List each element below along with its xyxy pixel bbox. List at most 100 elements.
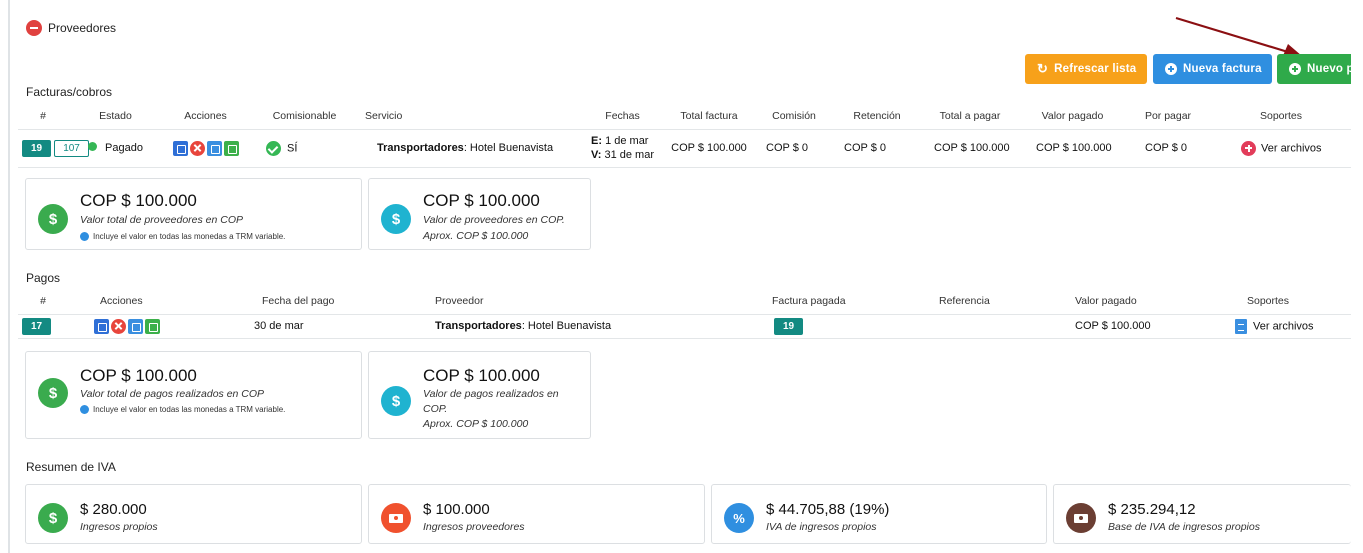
card-amount: $ 235.294,12 (1108, 501, 1196, 518)
date-e-label: E: (591, 135, 602, 147)
paid-value: COP $ 100.000 (1020, 129, 1125, 168)
provider-name: : Hotel Buenavista (521, 320, 612, 332)
collapse-icon[interactable] (26, 20, 42, 36)
invoice-total-value: COP $ 100.000 (664, 129, 754, 168)
add-file-icon[interactable] (1241, 140, 1256, 156)
refresh-list-label: Refrescar lista (1054, 63, 1137, 75)
info-icon (80, 232, 89, 241)
card-label: Valor de proveedores en COP. (423, 214, 565, 226)
provider-category: Transportadores (435, 320, 522, 332)
card-label: Ingresos propios (80, 521, 158, 533)
supports-cell[interactable]: Ver archivos (1223, 314, 1351, 339)
status-dot-icon (88, 142, 98, 151)
iva-card-vat-base: $ 235.294,12 Base de IVA de ingresos pro… (1053, 484, 1351, 544)
card-amount: COP $ 100.000 (423, 366, 540, 385)
service-category: Transportadores (377, 142, 464, 154)
info-icon (80, 405, 89, 414)
payments-total-card: $ COP $ 100.000 Valor total de pagos rea… (25, 351, 362, 439)
col-retention: Retención (834, 103, 920, 130)
paid-invoice-badge[interactable]: 19 (774, 317, 804, 335)
table-row: 17 30 de mar Transportadores: Hotel Buen… (18, 314, 1351, 339)
refresh-list-button[interactable]: ↻ Refrescar lista (1025, 54, 1147, 84)
dollar-icon: $ (381, 386, 411, 416)
new-provider-button[interactable]: Nuevo p (1277, 54, 1351, 84)
col-paid-value: Valor pagado (1020, 103, 1125, 130)
dollar-icon: $ (38, 204, 68, 234)
dollar-icon: $ (38, 378, 68, 408)
retention-value: COP $ 0 (834, 129, 920, 168)
commission-value: COP $ 0 (754, 129, 834, 168)
payment-id-badge[interactable]: 17 (22, 317, 52, 335)
view-files-link[interactable]: Ver archivos (1253, 320, 1314, 332)
section-header: Proveedores (26, 20, 116, 36)
col-reference: Referencia (935, 288, 1065, 315)
card-label-line2: COP. (423, 403, 448, 415)
card-amount: $ 280.000 (80, 501, 147, 518)
dollar-icon: $ (38, 503, 68, 533)
iva-title: Resumen de IVA (26, 460, 116, 474)
card-note-text: Incluye el valor en todas las monedas a … (93, 232, 286, 241)
view-files-link[interactable]: Ver archivos (1261, 142, 1322, 154)
edit-document-icon[interactable] (172, 140, 188, 156)
col-actions: Acciones (163, 103, 248, 130)
iva-card-own-income: $ $ 280.000 Ingresos propios (25, 484, 362, 544)
commissionable-value: SÍ (287, 141, 298, 154)
file-icon (1235, 318, 1247, 334)
new-provider-label: Nuevo p (1307, 63, 1351, 75)
invoices-title: Facturas/cobros (26, 85, 113, 99)
col-number: # (18, 103, 68, 130)
new-invoice-button[interactable]: Nueva factura (1153, 54, 1272, 84)
card-label: Ingresos proveedores (423, 521, 525, 533)
col-paid-value: Valor pagado (1065, 288, 1223, 315)
col-supports: Soportes (1223, 288, 1351, 315)
card-label-line1: Valor de pagos realizados en (423, 388, 559, 400)
card-note-text: Incluye el valor en todas las monedas a … (93, 405, 286, 414)
card-label: IVA de ingresos propios (766, 521, 877, 533)
refresh-icon: ↻ (1037, 61, 1049, 76)
iva-card-provider-income: $ 100.000 Ingresos proveedores (368, 484, 705, 544)
row-actions (94, 318, 244, 334)
col-commission: Comisión (754, 103, 834, 130)
cancel-icon[interactable] (111, 318, 126, 334)
col-actions: Acciones (68, 288, 248, 315)
col-commissionable: Comisionable (248, 103, 361, 130)
card-amount: COP $ 100.000 (80, 191, 197, 210)
payments-title: Pagos (26, 271, 61, 285)
card-amount: COP $ 100.000 (80, 366, 197, 385)
card-note: Incluye el valor en todas las monedas a … (80, 405, 285, 414)
pdf-icon[interactable] (128, 318, 143, 334)
reference-value (935, 314, 1065, 339)
cancel-icon[interactable] (189, 140, 205, 156)
invoice-id-badge[interactable]: 19 (22, 139, 52, 157)
date-v-value: 31 de mar (604, 149, 654, 161)
row-actions (167, 140, 244, 156)
card-amount: COP $ 100.000 (423, 191, 540, 210)
payment-date: 30 de mar (248, 314, 425, 339)
col-supports: Soportes (1211, 103, 1351, 130)
col-total-to-pay: Total a pagar (920, 103, 1020, 130)
col-provider: Proveedor (425, 288, 760, 315)
to-pay-value: COP $ 100.000 (920, 129, 1020, 168)
card-label: Valor total de pagos realizados en COP (80, 388, 265, 400)
card-approx: Aprox. COP $ 100.000 (423, 230, 529, 242)
plus-circle-icon (1289, 63, 1301, 75)
plus-circle-icon (1165, 63, 1177, 75)
col-payment-date: Fecha del pago (248, 288, 425, 315)
pdf-icon[interactable] (206, 140, 222, 156)
supports-cell[interactable]: Ver archivos (1211, 129, 1351, 168)
card-note: Incluye el valor en todas las monedas a … (80, 232, 285, 241)
invoices-value-card: $ COP $ 100.000 Valor de proveedores en … (368, 178, 591, 250)
invoice-subid-badge[interactable]: 107 (54, 139, 89, 157)
payments-value-card: $ COP $ 100.000 Valor de pagos realizado… (368, 351, 591, 439)
left-border (8, 0, 10, 553)
download-icon[interactable] (223, 140, 239, 156)
edit-document-icon[interactable] (94, 318, 109, 334)
check-circle-icon (266, 140, 281, 156)
date-v-label: V: (591, 149, 602, 161)
card-approx: Aprox. COP $ 100.000 (423, 418, 529, 430)
invoices-header-row: # Estado Acciones Comisionable Servicio … (18, 103, 1351, 130)
section-title: Proveedores (48, 21, 117, 35)
download-icon[interactable] (145, 318, 160, 334)
payments-header-row: # Acciones Fecha del pago Proveedor Fact… (18, 288, 1351, 315)
percent-icon: % (724, 503, 754, 533)
